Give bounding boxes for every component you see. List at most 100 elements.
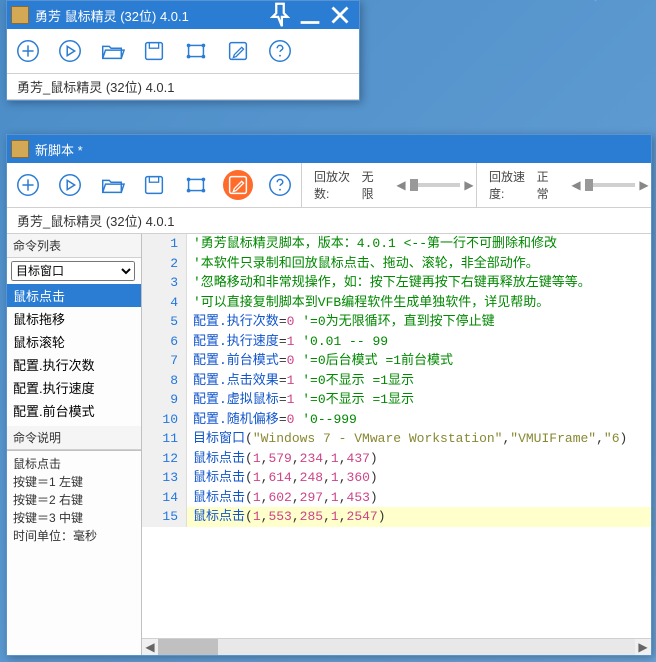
desc-header: 命令说明 bbox=[7, 426, 141, 450]
line-number: 11 bbox=[142, 429, 187, 449]
line-number: 6 bbox=[142, 332, 187, 352]
playback-count-label: 回放次数: bbox=[314, 168, 358, 202]
titlebar[interactable]: 新脚本 * bbox=[7, 135, 651, 163]
playback-count-value: 无限 bbox=[362, 168, 382, 202]
target-window-select[interactable]: 目标窗口 bbox=[11, 261, 135, 281]
minimize-button[interactable] bbox=[295, 4, 325, 26]
edit-button[interactable] bbox=[223, 170, 253, 200]
cmd-item[interactable]: 配置.前台模式 bbox=[7, 399, 141, 422]
play-button[interactable] bbox=[55, 170, 85, 200]
line-number: 2 bbox=[142, 254, 187, 274]
code-editor: 1'勇芳鼠标精灵脚本，版本：4.0.1 <--第一行不可删除和修改2'本软件只录… bbox=[142, 234, 651, 655]
save-button[interactable] bbox=[139, 170, 169, 200]
line-number: 9 bbox=[142, 390, 187, 410]
code-text: 鼠标点击(1,602,297,1,453) bbox=[187, 488, 651, 508]
code-text: 配置.虚拟鼠标=1 '=0不显示 =1显示 bbox=[187, 390, 651, 410]
code-content[interactable]: 1'勇芳鼠标精灵脚本，版本：4.0.1 <--第一行不可删除和修改2'本软件只录… bbox=[142, 234, 651, 638]
window-script-editor: 新脚本 * 回放次数: bbox=[6, 134, 652, 656]
window-mouse-wizard: 勇芳 鼠标精灵 (32位) 4.0.1 bbox=[6, 0, 360, 101]
command-description: 鼠标点击按键＝1 左键按键＝2 右键按键＝3 中键时间单位：毫秒 bbox=[7, 450, 141, 655]
line-number: 5 bbox=[142, 312, 187, 332]
open-button[interactable] bbox=[97, 36, 127, 66]
cmdlist-header: 命令列表 bbox=[7, 234, 141, 258]
code-line[interactable]: 7配置.前台模式=0 '=0后台模式 =1前台模式 bbox=[142, 351, 651, 371]
chevron-right-icon[interactable]: ▶ bbox=[637, 178, 651, 192]
add-button[interactable] bbox=[13, 170, 43, 200]
code-line[interactable]: 8配置.点击效果=1 '=0不显示 =1显示 bbox=[142, 371, 651, 391]
code-line[interactable]: 15鼠标点击(1,553,285,1,2547) bbox=[142, 507, 651, 527]
chevron-right-icon[interactable]: ▶ bbox=[462, 178, 476, 192]
close-button[interactable] bbox=[325, 4, 355, 26]
play-button[interactable] bbox=[55, 36, 85, 66]
chevron-left-icon[interactable]: ◀ bbox=[569, 178, 583, 192]
desc-line: 按键＝2 右键 bbox=[13, 491, 135, 509]
line-number: 12 bbox=[142, 449, 187, 469]
line-number: 1 bbox=[142, 234, 187, 254]
command-list: 鼠标点击鼠标拖移鼠标滚轮配置.执行次数配置.执行速度配置.前台模式 bbox=[7, 284, 141, 422]
playback-speed-slider[interactable]: ◀ ▶ bbox=[569, 178, 651, 192]
code-line[interactable]: 3'忽略移动和非常规操作，如：按下左键再按下右键再释放左键等等。 bbox=[142, 273, 651, 293]
bounds-button[interactable] bbox=[181, 170, 211, 200]
code-line[interactable]: 4'可以直接复制脚本到VFB编程软件生成单独软件，详见帮助。 bbox=[142, 293, 651, 313]
code-text: 配置.执行速度=1 '0.01 -- 99 bbox=[187, 332, 651, 352]
help-button[interactable] bbox=[265, 36, 295, 66]
titlebar[interactable]: 勇芳 鼠标精灵 (32位) 4.0.1 bbox=[7, 1, 359, 29]
playback-count-slider[interactable]: ◀ ▶ bbox=[394, 178, 476, 192]
toolbar bbox=[7, 163, 301, 207]
code-line[interactable]: 2'本软件只录制和回放鼠标点击、拖动、滚轮，非全部动作。 bbox=[142, 254, 651, 274]
line-number: 14 bbox=[142, 488, 187, 508]
help-button[interactable] bbox=[265, 170, 295, 200]
cmd-item[interactable]: 鼠标点击 bbox=[7, 284, 141, 307]
code-line[interactable]: 12鼠标点击(1,579,234,1,437) bbox=[142, 449, 651, 469]
code-line[interactable]: 5配置.执行次数=0 '=0为无限循环，直到按下停止键 bbox=[142, 312, 651, 332]
desc-line: 时间单位：毫秒 bbox=[13, 527, 135, 545]
edit-button[interactable] bbox=[223, 36, 253, 66]
playback-speed-panel: 回放速度: 正常 ◀ ▶ bbox=[476, 163, 651, 207]
pin-button[interactable] bbox=[265, 4, 295, 26]
code-text: 鼠标点击(1,553,285,1,2547) bbox=[187, 507, 651, 527]
horizontal-scrollbar[interactable]: ◀ ▶ bbox=[142, 638, 651, 655]
app-icon bbox=[11, 6, 29, 24]
scroll-left-icon[interactable]: ◀ bbox=[142, 639, 158, 655]
code-line[interactable]: 6配置.执行速度=1 '0.01 -- 99 bbox=[142, 332, 651, 352]
playback-speed-value: 正常 bbox=[537, 168, 557, 202]
cmd-item[interactable]: 配置.执行速度 bbox=[7, 376, 141, 399]
cmd-item[interactable]: 配置.执行次数 bbox=[7, 353, 141, 376]
code-line[interactable]: 14鼠标点击(1,602,297,1,453) bbox=[142, 488, 651, 508]
code-text: 配置.点击效果=1 '=0不显示 =1显示 bbox=[187, 371, 651, 391]
open-button[interactable] bbox=[97, 170, 127, 200]
code-line[interactable]: 1'勇芳鼠标精灵脚本，版本：4.0.1 <--第一行不可删除和修改 bbox=[142, 234, 651, 254]
line-number: 7 bbox=[142, 351, 187, 371]
window-title: 勇芳 鼠标精灵 (32位) 4.0.1 bbox=[35, 6, 265, 25]
code-line[interactable]: 10配置.随机偏移=0 '0--999 bbox=[142, 410, 651, 430]
bounds-button[interactable] bbox=[181, 36, 211, 66]
sidebar: 命令列表 目标窗口 鼠标点击鼠标拖移鼠标滚轮配置.执行次数配置.执行速度配置.前… bbox=[7, 234, 142, 655]
line-number: 13 bbox=[142, 468, 187, 488]
line-number: 4 bbox=[142, 293, 187, 313]
playback-speed-label: 回放速度: bbox=[489, 168, 533, 202]
desc-line: 鼠标点击 bbox=[13, 455, 135, 473]
cmd-item[interactable]: 鼠标滚轮 bbox=[7, 330, 141, 353]
status-text: 勇芳_鼠标精灵 (32位) 4.0.1 bbox=[7, 74, 359, 100]
cmd-item[interactable]: 鼠标拖移 bbox=[7, 307, 141, 330]
add-button[interactable] bbox=[13, 36, 43, 66]
code-line[interactable]: 9配置.虚拟鼠标=1 '=0不显示 =1显示 bbox=[142, 390, 651, 410]
save-button[interactable] bbox=[139, 36, 169, 66]
code-line[interactable]: 13鼠标点击(1,614,248,1,360) bbox=[142, 468, 651, 488]
code-text: '勇芳鼠标精灵脚本，版本：4.0.1 <--第一行不可删除和修改 bbox=[187, 234, 651, 254]
code-text: 配置.随机偏移=0 '0--999 bbox=[187, 410, 651, 430]
code-line[interactable]: 11目标窗口("Windows 7 - VMware Workstation",… bbox=[142, 429, 651, 449]
line-number: 10 bbox=[142, 410, 187, 430]
toolbar bbox=[7, 29, 359, 74]
scroll-right-icon[interactable]: ▶ bbox=[635, 639, 651, 655]
code-text: '可以直接复制脚本到VFB编程软件生成单独软件，详见帮助。 bbox=[187, 293, 651, 313]
code-text: '本软件只录制和回放鼠标点击、拖动、滚轮，非全部动作。 bbox=[187, 254, 651, 274]
code-text: 配置.执行次数=0 '=0为无限循环，直到按下停止键 bbox=[187, 312, 651, 332]
code-text: '忽略移动和非常规操作，如：按下左键再按下右键再释放左键等等。 bbox=[187, 273, 651, 293]
chevron-left-icon[interactable]: ◀ bbox=[394, 178, 408, 192]
code-text: 配置.前台模式=0 '=0后台模式 =1前台模式 bbox=[187, 351, 651, 371]
line-number: 8 bbox=[142, 371, 187, 391]
playback-count-panel: 回放次数: 无限 ◀ ▶ bbox=[301, 163, 476, 207]
status-text: 勇芳_鼠标精灵 (32位) 4.0.1 bbox=[7, 208, 651, 234]
desc-line: 按键＝3 中键 bbox=[13, 509, 135, 527]
